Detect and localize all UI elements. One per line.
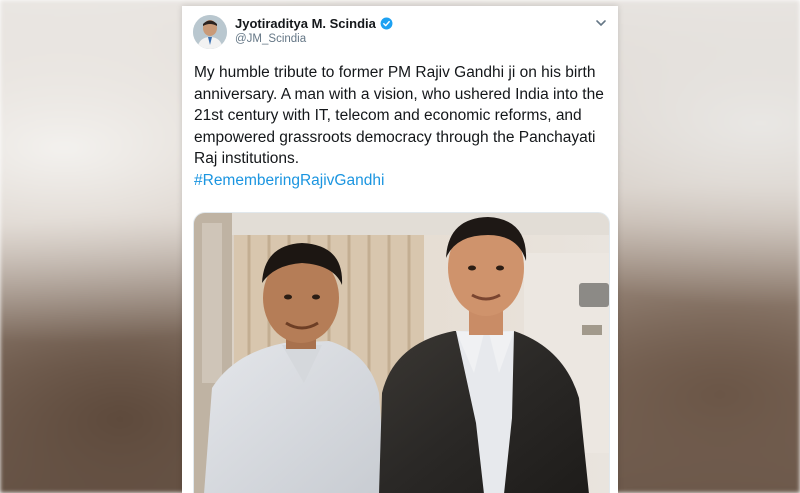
tweet-header: Jyotiraditya M. Scindia @JM_Scindia xyxy=(182,6,618,58)
tweet-card: Jyotiraditya M. Scindia @JM_Scindia My h… xyxy=(182,6,618,493)
tweet-body: My humble tribute to former PM Rajiv Gan… xyxy=(194,62,609,191)
author-display-name[interactable]: Jyotiraditya M. Scindia xyxy=(235,16,376,31)
chevron-down-icon[interactable] xyxy=(594,16,608,30)
hashtag-link[interactable]: #RememberingRajivGandhi xyxy=(194,170,609,192)
tweet-text: My humble tribute to former PM Rajiv Gan… xyxy=(194,64,604,167)
verified-badge-icon xyxy=(380,17,393,30)
author-avatar[interactable] xyxy=(193,15,227,49)
author-name-row: Jyotiraditya M. Scindia xyxy=(235,16,393,31)
photo-two-men xyxy=(194,213,609,493)
tweet-photo[interactable] xyxy=(193,212,610,493)
author-handle[interactable]: @JM_Scindia xyxy=(235,33,306,45)
